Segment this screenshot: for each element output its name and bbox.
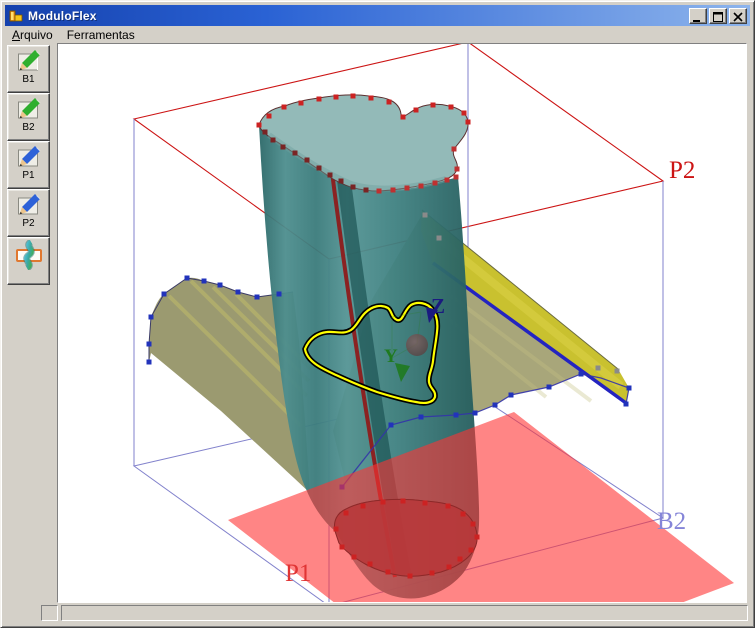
- window-title: ModuloFlex: [28, 9, 687, 23]
- pencil-icon: [16, 96, 42, 122]
- label-plane-p1: P1: [285, 560, 311, 587]
- minimize-button[interactable]: [689, 8, 707, 24]
- sweep-surface-icon: [14, 240, 44, 270]
- viewport-3d[interactable]: Y Z P2 P1 B2: [57, 43, 747, 603]
- close-icon: [731, 11, 745, 23]
- menu-arquivo[interactable]: Arquivo: [5, 27, 60, 43]
- app-icon: [8, 8, 24, 24]
- titlebar: ModuloFlex: [5, 5, 750, 26]
- toolbar-button-label: P1: [22, 170, 34, 181]
- label-plane-p2: P2: [669, 157, 695, 184]
- toolbar-button-p1[interactable]: P1: [7, 141, 50, 189]
- app-window: ModuloFlex Arquivo Ferramentas B1: [0, 0, 755, 628]
- status-cell-main: [61, 605, 748, 621]
- close-button[interactable]: [729, 8, 747, 24]
- toolbar-button-label: P2: [22, 218, 34, 229]
- menu-arquivo-rest: rquivo: [20, 28, 53, 42]
- toolbar-button-b2[interactable]: B2: [7, 93, 50, 141]
- label-box-b2: B2: [657, 508, 686, 535]
- toolbar-button-label: B1: [22, 74, 34, 85]
- pencil-icon: [16, 192, 42, 218]
- maximize-icon: [711, 11, 725, 23]
- origin-sphere: [406, 334, 428, 356]
- status-cell-small: [41, 605, 58, 621]
- toolbar-button-p2[interactable]: P2: [7, 189, 50, 237]
- minimize-icon: [691, 11, 705, 23]
- pencil-icon: [16, 144, 42, 170]
- menu-ferramentas[interactable]: Ferramentas: [60, 27, 142, 43]
- maximize-button[interactable]: [709, 8, 727, 24]
- menubar: Arquivo Ferramentas: [5, 26, 750, 43]
- toolbar: B1 B2 P1: [5, 43, 57, 623]
- statusbar: [5, 603, 750, 623]
- menu-ferramentas-rest: Ferramentas: [67, 28, 135, 42]
- menu-arquivo-accel: A: [12, 28, 20, 42]
- axis-label-z: Z: [431, 294, 445, 318]
- scene-3d: Y Z P2 P1 B2: [58, 44, 746, 602]
- toolbar-button-b1[interactable]: B1: [7, 45, 50, 93]
- axis-label-y: Y: [384, 346, 398, 367]
- toolbar-button-label: B2: [22, 122, 34, 133]
- pencil-icon: [16, 48, 42, 74]
- toolbar-button-sweep[interactable]: [7, 237, 50, 285]
